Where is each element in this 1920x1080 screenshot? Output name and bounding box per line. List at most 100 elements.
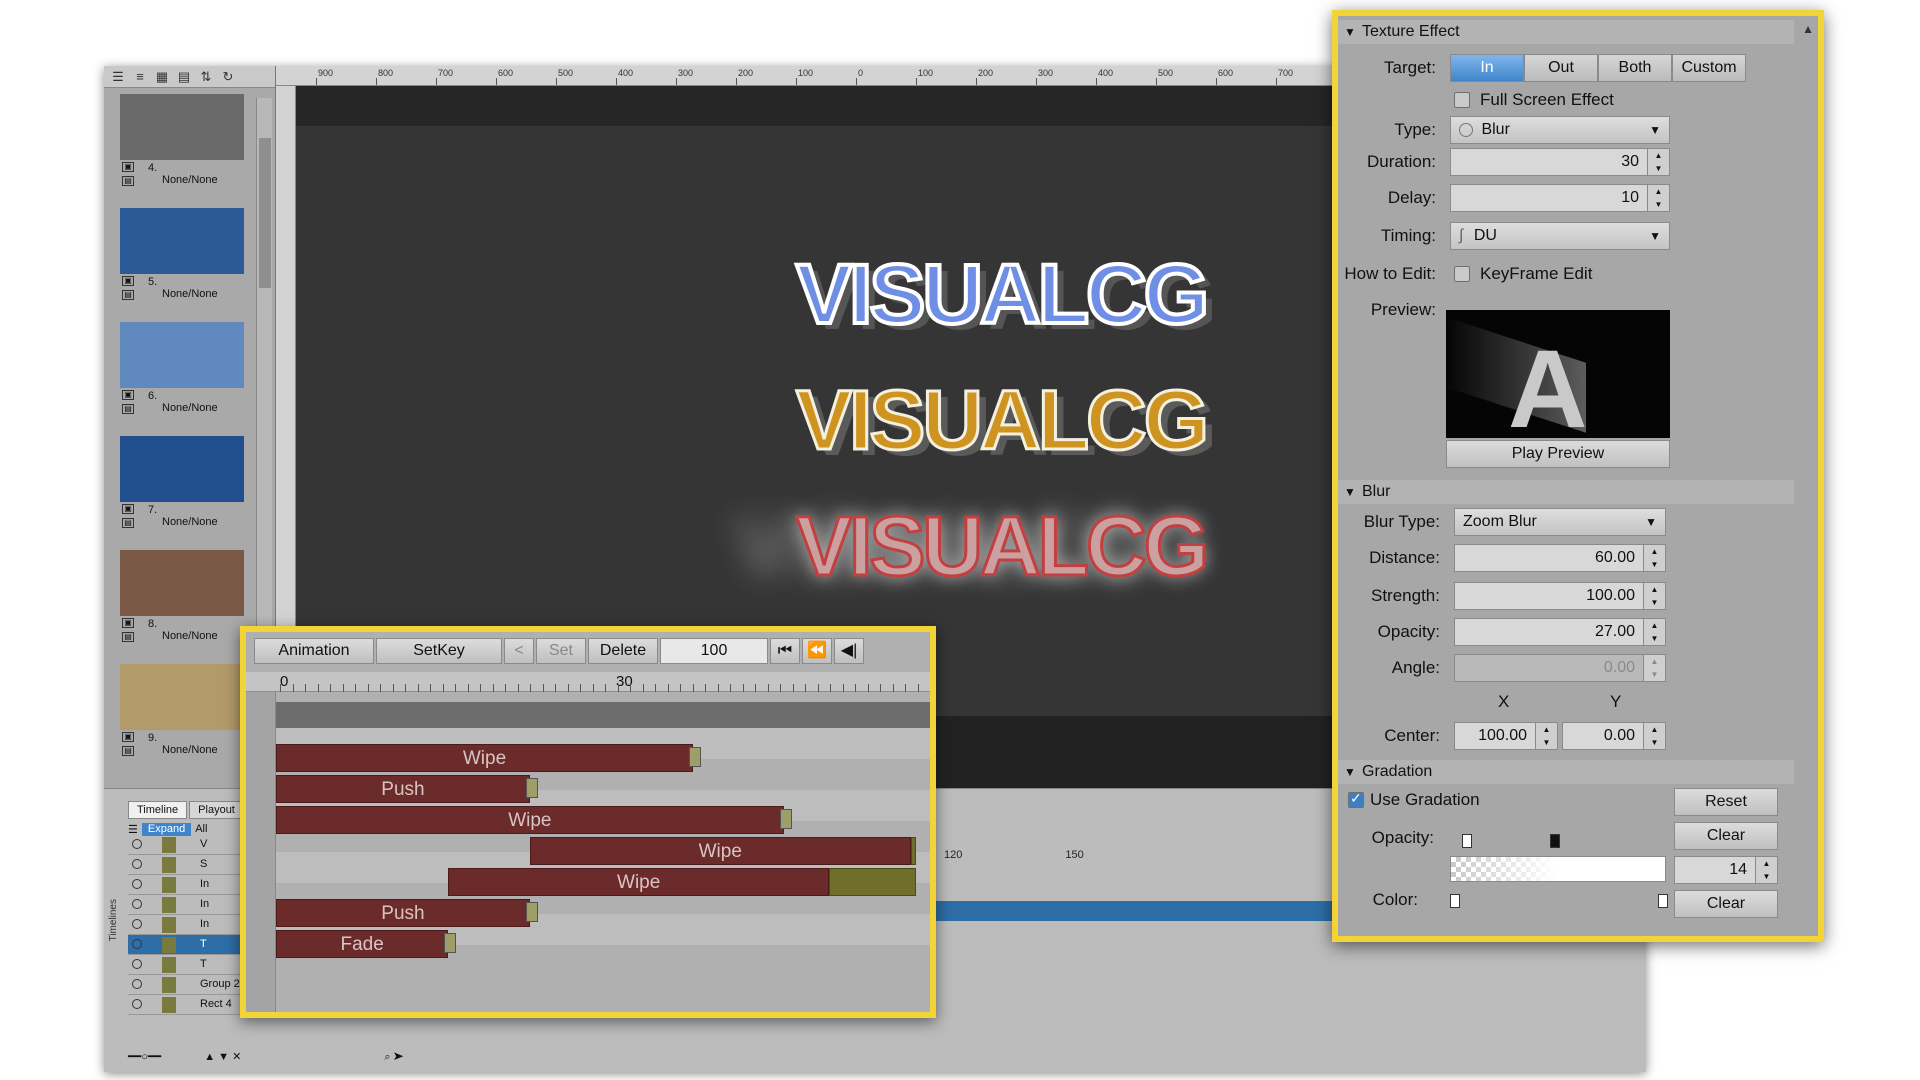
logo-red[interactable]: VISUALCG <box>794 498 1210 595</box>
texture-effect-header[interactable]: ▼ Texture Effect <box>1338 20 1794 44</box>
cursor-icon[interactable]: ➤ <box>394 1051 404 1063</box>
animation-button[interactable]: Animation <box>254 638 374 664</box>
center-x-field[interactable]: 100.00 ▲ ▼ <box>1454 722 1558 750</box>
effect-bar[interactable]: Wipe <box>276 744 702 772</box>
zoom-slider[interactable]: ━━○━━ <box>128 1051 161 1063</box>
logo-gold[interactable]: VISUALCG <box>794 372 1210 469</box>
effect-hold-bar[interactable] <box>910 837 916 865</box>
color-stop-left[interactable] <box>1450 894 1460 908</box>
scene-thumbnail[interactable]: ▣▤ <box>104 772 256 778</box>
up-icon[interactable]: ▲ <box>204 1051 215 1063</box>
sort-icon[interactable]: ⇅ <box>198 69 214 85</box>
type-dropdown[interactable]: Blur ▼ <box>1450 116 1670 144</box>
strength-field[interactable]: 100.00 ▲ ▼ <box>1454 582 1666 610</box>
blur-header[interactable]: ▼ Blur <box>1338 480 1794 504</box>
timing-dropdown[interactable]: ∫ DU ▼ <box>1450 222 1670 250</box>
image-icon: ▣ <box>122 276 134 286</box>
effect-bar[interactable]: Push <box>276 899 538 927</box>
image-icon: ▣ <box>122 390 134 400</box>
grid-icon[interactable]: ▦ <box>154 69 170 85</box>
effect-bar[interactable]: Push <box>276 775 538 803</box>
spinner-icon[interactable]: ▲ ▼ <box>1643 619 1665 645</box>
scene-thumbnail[interactable]: ▣ ▤ 7. None/None <box>104 430 256 544</box>
layout-icon[interactable]: ▤ <box>176 69 192 85</box>
set-button[interactable]: Set <box>536 638 586 664</box>
ruler-label: 0 <box>280 673 289 690</box>
visibility-toggle[interactable] <box>132 959 142 969</box>
down-icon[interactable]: ▼ <box>218 1051 229 1063</box>
target-both-button[interactable]: Both <box>1598 54 1672 82</box>
use-gradation-checkbox[interactable] <box>1348 790 1364 808</box>
close-icon[interactable]: ✕ <box>232 1051 241 1063</box>
visibility-toggle[interactable] <box>132 979 142 989</box>
scene-thumbnail[interactable]: ▣ ▤ 9. None/None <box>104 658 256 772</box>
refresh-icon[interactable]: ↻ <box>220 69 236 85</box>
effect-bar[interactable]: Wipe <box>276 806 792 834</box>
rewind-icon[interactable]: ⏪ <box>802 638 832 664</box>
prev-key-button[interactable]: < <box>504 638 534 664</box>
bar-end-handle[interactable] <box>525 778 538 798</box>
scene-thumbnail[interactable]: ▣ ▤ 5. None/None <box>104 202 256 316</box>
spinner-icon[interactable]: ▲ ▼ <box>1643 583 1665 609</box>
duration-field[interactable]: 30 ▲ ▼ <box>1450 148 1670 176</box>
scene-thumbnail[interactable]: ▣ ▤ 6. None/None <box>104 316 256 430</box>
blur-type-dropdown[interactable]: Zoom Blur ▼ <box>1454 508 1666 536</box>
spinner-icon[interactable]: ▲ ▼ <box>1647 185 1669 211</box>
ruler-tick <box>467 684 469 692</box>
first-frame-icon[interactable]: ⏮ <box>770 638 800 664</box>
bar-end-handle[interactable] <box>444 933 457 953</box>
scroll-up-icon[interactable]: ▲ <box>1802 22 1814 36</box>
spinner-icon[interactable]: ▲ ▼ <box>1535 723 1557 749</box>
step-back-icon[interactable]: ◀| <box>834 638 864 664</box>
target-in-button[interactable]: In <box>1450 54 1524 82</box>
menu-icon[interactable]: ≡ <box>132 69 148 85</box>
distance-field[interactable]: 60.00 ▲ ▼ <box>1454 544 1666 572</box>
center-y-field[interactable]: 0.00 ▲ ▼ <box>1562 722 1666 750</box>
tab-playout[interactable]: Playout <box>189 801 244 819</box>
effect-bar[interactable]: Wipe <box>448 868 830 896</box>
opacity-stop-white[interactable] <box>1462 834 1472 848</box>
spinner-icon[interactable]: ▲ ▼ <box>1755 857 1777 883</box>
target-custom-button[interactable]: Custom <box>1672 54 1746 82</box>
reset-button[interactable]: Reset <box>1674 788 1778 816</box>
search-icon[interactable]: ⌕ <box>384 1051 390 1063</box>
clear-opacity-button[interactable]: Clear <box>1674 822 1778 850</box>
scrollbar-thumb[interactable] <box>259 138 271 288</box>
effect-bar[interactable]: Fade <box>276 930 457 958</box>
visibility-toggle[interactable] <box>132 939 142 949</box>
opacity-stop-black[interactable] <box>1550 834 1560 848</box>
visibility-toggle[interactable] <box>132 859 142 869</box>
visibility-toggle[interactable] <box>132 899 142 909</box>
color-stop-right[interactable] <box>1658 894 1668 908</box>
visibility-toggle[interactable] <box>132 999 142 1009</box>
list-icon[interactable]: ☰ <box>110 69 126 85</box>
bar-end-handle[interactable] <box>689 747 702 767</box>
bar-end-handle[interactable] <box>779 809 792 829</box>
scene-thumbnail[interactable]: ▣ ▤ 8. None/None <box>104 544 256 658</box>
gradation-header[interactable]: ▼ Gradation <box>1338 760 1794 784</box>
scene-thumbnail[interactable]: ▣ ▤ 4. None/None <box>104 88 256 202</box>
clear-color-button[interactable]: Clear <box>1674 890 1778 918</box>
play-preview-button[interactable]: Play Preview <box>1446 440 1670 468</box>
visibility-toggle[interactable] <box>132 839 142 849</box>
setkey-button[interactable]: SetKey <box>376 638 502 664</box>
bar-end-handle[interactable] <box>525 902 538 922</box>
visibility-toggle[interactable] <box>132 919 142 929</box>
opacity-field[interactable]: 27.00 ▲ ▼ <box>1454 618 1666 646</box>
visibility-toggle[interactable] <box>132 879 142 889</box>
spinner-icon[interactable]: ▲ ▼ <box>1643 723 1665 749</box>
full-screen-checkbox[interactable] <box>1454 92 1470 108</box>
tab-timeline[interactable]: Timeline <box>128 801 188 819</box>
frame-input[interactable]: 100 <box>660 638 768 664</box>
effect-hold-bar[interactable] <box>829 868 916 896</box>
logo-blue[interactable]: VISUALCG <box>794 245 1211 343</box>
spinner-icon[interactable]: ▲ ▼ <box>1647 149 1669 175</box>
spinner-icon[interactable]: ▲ ▼ <box>1643 545 1665 571</box>
gradation-value-field[interactable]: 14 ▲ ▼ <box>1674 856 1778 884</box>
layer-icon: ▤ <box>122 290 134 300</box>
target-out-button[interactable]: Out <box>1524 54 1598 82</box>
keyframe-edit-checkbox[interactable] <box>1454 266 1470 282</box>
delete-button[interactable]: Delete <box>588 638 658 664</box>
delay-field[interactable]: 10 ▲ ▼ <box>1450 184 1670 212</box>
effect-bar[interactable]: Wipe <box>529 837 911 865</box>
